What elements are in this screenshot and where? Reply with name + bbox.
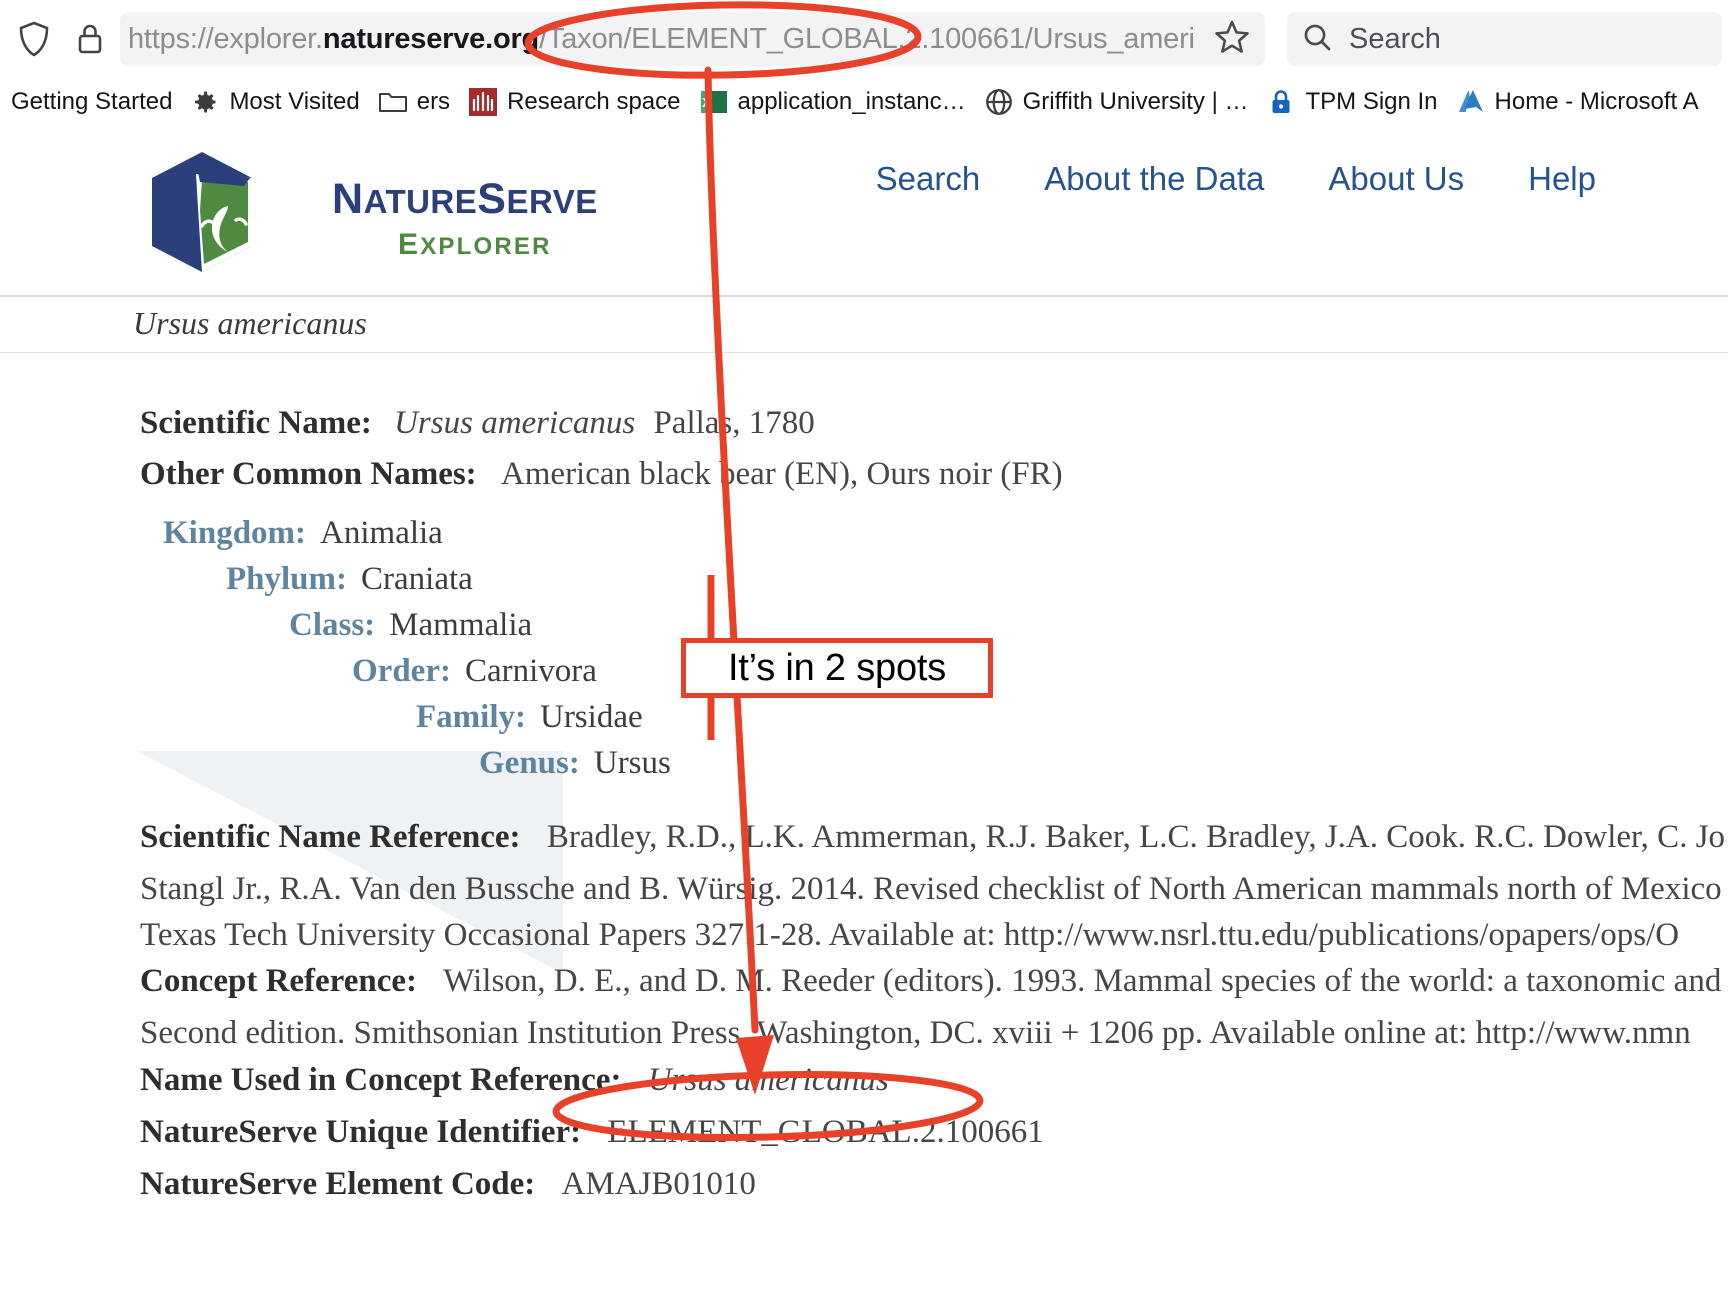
bookmark-label: TPM Sign In (1305, 88, 1438, 115)
gear-icon (190, 87, 220, 117)
field-value: Wilson, D. E., and D. M. Reeder (editors… (443, 963, 1722, 999)
field-label: Name Used in Concept Reference: (140, 1062, 622, 1098)
taxonomy-row-kingdom: Kingdom: Animalia (163, 515, 443, 551)
nav-link-about-us[interactable]: About Us (1296, 160, 1496, 198)
url-input[interactable]: https://explorer.natureserve.org/Taxon/E… (120, 12, 1265, 66)
field-scientific-name-reference-line3: Texas Tech University Occasional Papers … (140, 917, 1679, 953)
field-value: Pallas, 1780 (653, 405, 815, 441)
lock-icon[interactable] (62, 11, 118, 67)
nav-link-about-the-data[interactable]: About the Data (1012, 160, 1296, 198)
bookmark-ers[interactable]: ers (369, 81, 459, 123)
breadcrumb: Ursus americanus (133, 305, 367, 341)
main-navigation: Search About the Data About Us Help (844, 160, 1628, 198)
taxonomy-value: Ursidae (539, 699, 643, 735)
bookmark-label: Most Visited (229, 88, 360, 115)
azure-icon (1456, 87, 1486, 117)
taxonomy-rank: Order: (352, 653, 451, 689)
svg-text:X: X (702, 95, 711, 110)
nav-link-search[interactable]: Search (844, 160, 1013, 198)
field-value: Bradley, R.D., L.K. Ammerman, R.J. Baker… (546, 819, 1726, 855)
taxonomy-row-class: Class: Mammalia (289, 607, 532, 643)
field-concept-reference: Concept Reference: Wilson, D. E., and D.… (140, 963, 1721, 999)
bookmark-home-microsoft-azure[interactable]: Home - Microsoft A (1447, 81, 1708, 123)
search-icon (1301, 21, 1333, 58)
taxonomy-value: Craniata (361, 561, 473, 597)
taxonomy-rank: Family: (416, 699, 526, 735)
nav-link-help[interactable]: Help (1496, 160, 1628, 198)
logo-hexagon-icon (152, 152, 252, 272)
field-name-used-in-concept-reference: Name Used in Concept Reference: Ursus am… (140, 1062, 889, 1098)
bookmark-getting-started[interactable]: Getting Started (2, 81, 181, 123)
logo-wordmark: NATURESERVE (332, 175, 598, 223)
taxonomy-rank: Class: (289, 607, 376, 643)
taxonomy-row-genus: Genus: Ursus (479, 745, 671, 781)
taxonomy-rank: Genus: (479, 745, 580, 781)
field-value: American black bear (EN), Ours noir (FR) (500, 456, 1063, 492)
bookmark-label: Research space (507, 88, 681, 115)
field-value: Texas Tech University Occasional Papers … (140, 917, 1680, 953)
taxonomy-rank: Phylum: (226, 561, 348, 597)
globe-icon (984, 87, 1014, 117)
record-content: Scientific Name: Ursus americanus Pallas… (0, 353, 1728, 1202)
field-concept-reference-line2: Second edition. Smithsonian Institution … (140, 1015, 1691, 1051)
natureserve-logo[interactable]: NATURESERVE EXPLORER (140, 148, 597, 278)
field-natureserve-element-code: NatureServe Element Code: AMAJB01010 (140, 1166, 756, 1202)
field-scientific-name: Scientific Name: Ursus americanus Pallas… (140, 405, 815, 441)
padlock-icon (1266, 87, 1296, 117)
bookmark-most-visited[interactable]: Most Visited (181, 81, 368, 123)
field-value-italic: Ursus americanus (647, 1062, 889, 1098)
excel-icon: X (699, 87, 729, 117)
search-placeholder: Search (1349, 22, 1441, 55)
field-label: Scientific Name Reference: (140, 819, 521, 855)
taxonomy-value: Carnivora (464, 653, 597, 689)
shield-icon[interactable] (6, 11, 62, 67)
field-label: NatureServe Unique Identifier: (140, 1114, 582, 1150)
field-label: Scientific Name: (140, 405, 372, 441)
bookmark-label: Griffith University | … (1022, 88, 1249, 115)
bookmark-application-instance[interactable]: X application_instanc… (690, 81, 975, 123)
bookmark-label: Getting Started (11, 88, 173, 115)
field-value: AMAJB01010 (561, 1166, 756, 1202)
url-text: https://explorer.natureserve.org/Taxon/E… (128, 22, 1195, 55)
field-label: Other Common Names: (140, 456, 477, 492)
page-body: NATURESERVE EXPLORER Search About the Da… (0, 130, 1728, 1310)
bookmark-star-icon[interactable] (1213, 18, 1251, 61)
field-natureserve-unique-identifier: NatureServe Unique Identifier: ELEMENT_G… (140, 1114, 1044, 1150)
taxonomy-value: Ursus (593, 745, 671, 781)
field-label: NatureServe Element Code: (140, 1166, 536, 1202)
bookmark-label: ers (416, 88, 451, 115)
browser-search-input[interactable]: Search (1287, 12, 1722, 66)
bookmarks-bar: Getting Started Most Visited ers Researc… (0, 78, 1728, 126)
field-value: Second edition. Smithsonian Institution … (140, 1015, 1691, 1051)
bookmark-griffith-university[interactable]: Griffith University | … (975, 81, 1258, 123)
field-scientific-name-reference-line2: Stangl Jr., R.A. Van den Bussche and B. … (140, 871, 1722, 907)
folder-icon (378, 87, 408, 117)
taxonomy-row-phylum: Phylum: Craniata (226, 561, 473, 597)
field-value-italic: Ursus americanus (394, 405, 636, 441)
breadcrumb-bar: Ursus americanus (0, 297, 1728, 353)
bookmark-label: Home - Microsoft A (1494, 88, 1699, 115)
bookmark-research-space[interactable]: Research space (459, 81, 689, 123)
field-value: ELEMENT_GLOBAL.2.100661 (607, 1114, 1044, 1150)
field-label: Concept Reference: (140, 963, 418, 999)
browser-chrome: https://explorer.natureserve.org/Taxon/E… (0, 0, 1728, 130)
logo-subtitle: EXPLORER (398, 228, 552, 261)
fountain-icon (468, 87, 498, 117)
taxonomy-row-family: Family: Ursidae (416, 699, 643, 735)
taxonomy-value: Animalia (320, 515, 443, 551)
field-value: Stangl Jr., R.A. Van den Bussche and B. … (140, 871, 1722, 907)
field-scientific-name-reference: Scientific Name Reference: Bradley, R.D.… (140, 819, 1725, 855)
taxonomy-row-order: Order: Carnivora (352, 653, 597, 689)
url-bar-row: https://explorer.natureserve.org/Taxon/E… (0, 8, 1728, 70)
site-header: NATURESERVE EXPLORER Search About the Da… (0, 130, 1728, 297)
bookmark-tpm-sign-in[interactable]: TPM Sign In (1257, 81, 1446, 123)
bookmark-label: application_instanc… (737, 88, 966, 115)
taxonomy-value: Mammalia (389, 607, 533, 643)
taxonomy-rank: Kingdom: (163, 515, 307, 551)
field-other-common-names: Other Common Names: American black bear … (140, 456, 1063, 492)
